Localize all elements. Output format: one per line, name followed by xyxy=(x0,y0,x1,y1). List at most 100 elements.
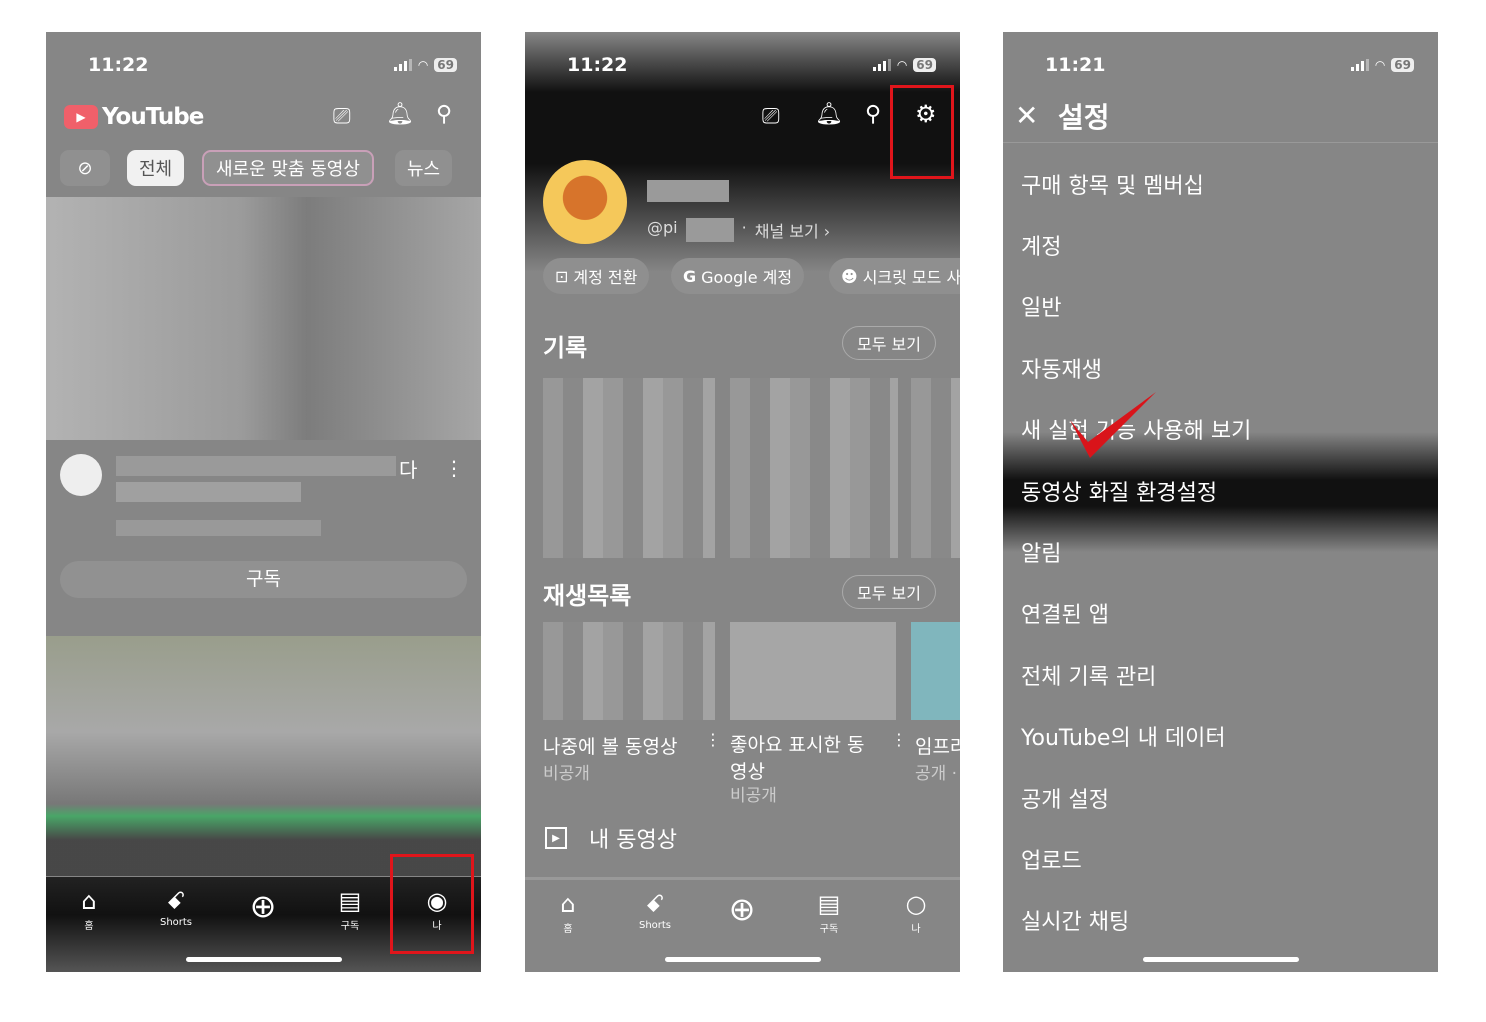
nav-create[interactable]: ⊕ xyxy=(233,887,293,925)
history-title: 기록 xyxy=(543,334,588,362)
create-icon: ⊕ xyxy=(728,890,756,928)
wifi-icon: ◠ xyxy=(1374,58,1386,72)
play-logo-icon: ▶ xyxy=(64,105,98,129)
shorts-icon: ꗃ xyxy=(166,887,186,915)
switch-account-chip[interactable]: ⊡ 계정 전환 xyxy=(543,258,650,294)
you-screen: 11:22 ◠ 69 ⎚ 🔔︎ ⚲ ⚙ @pi · 채널 보기 › ⊡ 계정 전환 GG… xyxy=(525,32,960,972)
you-icon: ○ xyxy=(905,890,927,918)
playlist-thumbnail[interactable] xyxy=(911,622,960,720)
wifi-icon: ◠ xyxy=(896,58,908,72)
video-title[interactable]: 다 xyxy=(116,456,417,546)
history-video[interactable] xyxy=(543,378,715,558)
clock: 11:22 xyxy=(88,54,149,76)
chip-news[interactable]: 뉴스 xyxy=(395,150,453,186)
video-thumbnail[interactable] xyxy=(46,197,481,440)
create-icon: ⊕ xyxy=(249,887,277,925)
nav-shorts[interactable]: ꗃ Shorts xyxy=(625,890,685,931)
menu-autoplay[interactable]: 자동재생 xyxy=(1021,352,1102,384)
shorts-icon: ꗃ xyxy=(645,890,665,918)
subscribe-button[interactable]: 구독 xyxy=(60,561,467,598)
menu-purchases[interactable]: 구매 항목 및 멤버십 xyxy=(1021,168,1204,200)
view-channel-link[interactable]: 채널 보기 › xyxy=(755,218,830,242)
playlist-thumbnail[interactable] xyxy=(730,622,896,720)
menu-video-quality[interactable]: 동영상 화질 환경설정 xyxy=(1021,475,1217,507)
playlist-item[interactable]: 좋아요 표시한 동영상 비공개 xyxy=(730,732,880,806)
video-thumbnail[interactable] xyxy=(46,636,481,876)
more-icon[interactable]: ⋮ xyxy=(705,732,721,748)
battery-icon: 69 xyxy=(913,58,936,72)
home-icon: ⌂ xyxy=(81,887,97,915)
annotation-highlight-box xyxy=(390,854,474,954)
annotation-checkmark-icon xyxy=(1070,392,1156,458)
nav-home[interactable]: ⌂ 홈 xyxy=(538,890,598,935)
play-icon: ▶ xyxy=(545,827,567,849)
incognito-chip[interactable]: ☻ 시크릿 모드 사 xyxy=(829,258,960,294)
cast-icon[interactable]: ⎚ xyxy=(762,106,780,128)
battery-icon: 69 xyxy=(1391,58,1414,72)
signal-icon xyxy=(1350,59,1369,71)
menu-uploads[interactable]: 업로드 xyxy=(1021,843,1082,875)
status-bar: 11:21 ◠ 69 xyxy=(1003,54,1438,80)
menu-notifications[interactable]: 알림 xyxy=(1021,536,1061,568)
google-account-chip[interactable]: G Google 계정 xyxy=(671,258,805,294)
nav-subscriptions[interactable]: ▤ 구독 xyxy=(320,887,380,932)
compass-icon: ⊘ xyxy=(77,157,93,179)
more-icon[interactable]: ⋮ xyxy=(891,732,907,748)
menu-manage-history[interactable]: 전체 기록 관리 xyxy=(1021,659,1156,691)
settings-screen: 11:21 ◠ 69 ✕ 설정 구매 항목 및 멤버십 계정 일반 자동재생 새 … xyxy=(1003,32,1438,972)
nav-create[interactable]: ⊕ xyxy=(712,890,772,928)
close-icon[interactable]: ✕ xyxy=(1015,102,1038,130)
cast-icon[interactable]: ⎚ xyxy=(333,106,351,128)
nav-shorts[interactable]: ꗃ Shorts xyxy=(146,887,206,928)
history-video[interactable] xyxy=(911,378,960,558)
search-icon[interactable]: ⚲ xyxy=(865,104,881,126)
menu-connected-apps[interactable]: 연결된 앱 xyxy=(1021,597,1109,629)
subscriptions-icon: ▤ xyxy=(338,887,362,915)
signal-icon xyxy=(872,59,891,71)
history-view-all[interactable]: 모두 보기 xyxy=(842,326,936,360)
menu-live-chat[interactable]: 실시간 채팅 xyxy=(1021,904,1129,936)
channel-avatar[interactable] xyxy=(60,454,102,496)
annotation-highlight-box xyxy=(890,85,954,179)
my-videos-row[interactable]: ▶ 내 동영상 xyxy=(545,822,677,854)
chip-new-recommended[interactable]: 새로운 맞춤 동영상 xyxy=(202,150,374,186)
status-bar: 11:22 ◠ 69 xyxy=(525,54,960,80)
bell-icon[interactable]: 🔔︎ xyxy=(386,104,414,126)
incognito-icon: ☻ xyxy=(841,266,858,286)
home-indicator xyxy=(665,957,821,962)
divider xyxy=(1003,142,1438,143)
profile-avatar[interactable] xyxy=(543,160,627,244)
battery-icon: 69 xyxy=(434,58,457,72)
nav-subscriptions[interactable]: ▤ 구독 xyxy=(799,890,859,935)
menu-privacy[interactable]: 공개 설정 xyxy=(1021,782,1109,814)
explore-chip[interactable]: ⊘ xyxy=(60,150,110,186)
chip-all[interactable]: 전체 xyxy=(127,150,185,186)
home-screen: 11:22 ◠ 69 ▶ YouTube ⎚ 🔔︎ ⚲ ⊘ 전체 새로운 맞춤 동… xyxy=(46,32,481,972)
status-bar: 11:22 ◠ 69 xyxy=(46,54,481,80)
playlist-thumbnail[interactable] xyxy=(543,622,715,720)
playlist-item[interactable]: 임프라 공개 · xyxy=(915,732,960,784)
clock: 11:22 xyxy=(567,54,628,76)
history-video[interactable] xyxy=(730,378,898,558)
bottom-nav: ⌂ 홈 ꗃ Shorts ⊕ ▤ 구독 ○ 나 xyxy=(525,877,960,972)
menu-general[interactable]: 일반 xyxy=(1021,290,1061,322)
signal-icon xyxy=(393,59,412,71)
search-icon[interactable]: ⚲ xyxy=(436,104,452,126)
menu-account[interactable]: 계정 xyxy=(1021,229,1061,261)
nav-home[interactable]: ⌂ 홈 xyxy=(59,887,119,932)
youtube-logo[interactable]: ▶ YouTube xyxy=(64,104,204,130)
more-icon[interactable]: ⋮ xyxy=(444,458,464,478)
playlists-view-all[interactable]: 모두 보기 xyxy=(842,575,936,609)
menu-your-data[interactable]: YouTube의 내 데이터 xyxy=(1021,720,1226,752)
subscriptions-icon: ▤ xyxy=(817,890,841,918)
bell-icon[interactable]: 🔔︎ xyxy=(815,104,843,126)
channel-name xyxy=(647,180,729,202)
google-icon: G xyxy=(683,266,697,286)
wifi-icon: ◠ xyxy=(417,58,429,72)
switch-account-icon: ⊡ xyxy=(555,266,569,286)
nav-you[interactable]: ○ 나 xyxy=(886,890,946,935)
channel-handle: @pi xyxy=(647,218,678,237)
playlist-item[interactable]: 나중에 볼 동영상 비공개 xyxy=(543,732,713,784)
channel-meta: @pi · 채널 보기 › xyxy=(647,218,831,242)
page-title: 설정 xyxy=(1058,101,1110,134)
